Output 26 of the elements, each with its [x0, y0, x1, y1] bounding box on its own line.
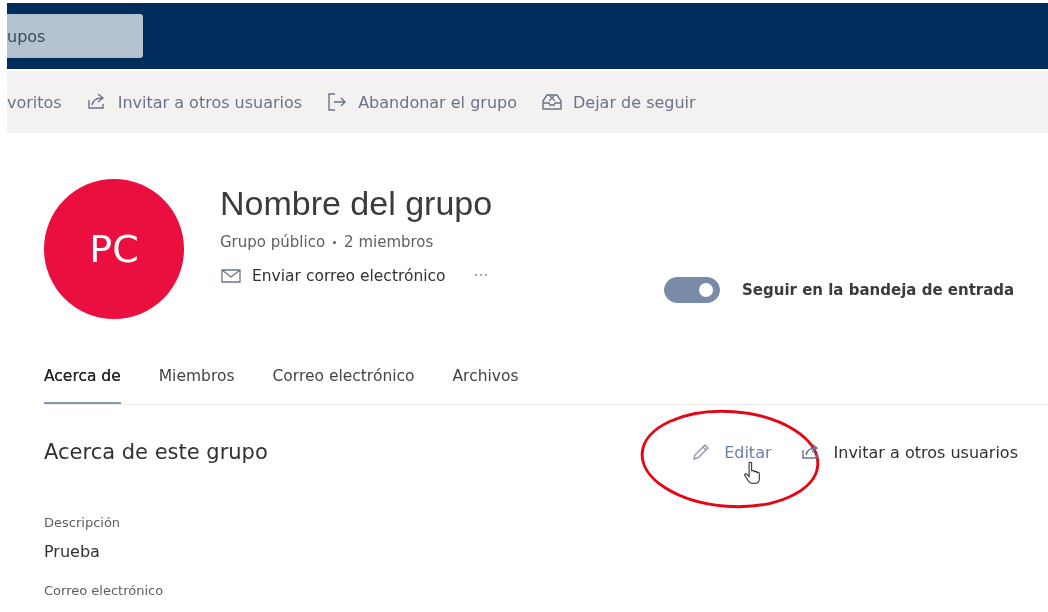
toolbar-link[interactable]: Dejar de seguir — [572, 92, 696, 112]
tab[interactable]: Correo electrónico — [272, 359, 415, 404]
toolbar-link[interactable]: voritos — [7, 92, 62, 112]
group-privacy: Grupo público — [220, 233, 326, 251]
invite-link[interactable]: Invitar a otros usuarios — [833, 442, 1018, 462]
field-label: Correo electrónico — [44, 583, 165, 598]
send-email-link[interactable]: Enviar correo electrónico — [252, 267, 446, 285]
tab[interactable]: Archivos — [452, 359, 519, 404]
toolbar-link[interactable]: Abandonar el grupo — [358, 92, 517, 112]
toolbar-link[interactable]: Invitar a otros usuarios — [117, 92, 303, 112]
more-button[interactable]: ··· — [473, 267, 489, 285]
member-count: 2 miembros — [344, 233, 434, 251]
separator-dot — [333, 240, 337, 244]
tab[interactable]: Acerca de — [44, 359, 121, 404]
field-value: Prueba — [44, 542, 101, 561]
tab[interactable]: Miembros — [158, 359, 235, 404]
group-name: Nombre del grupo — [220, 183, 494, 224]
follow-label: Seguir en la bandeja de entrada — [742, 281, 1015, 299]
field-label: Descripción — [44, 515, 122, 530]
hand-cursor-icon — [744, 461, 762, 485]
search-field[interactable]: upos — [7, 14, 143, 58]
section-title: Acerca de este grupo — [44, 440, 268, 464]
follow-toggle[interactable] — [664, 277, 720, 303]
edit-link[interactable]: Editar — [724, 442, 772, 462]
group-avatar: PC — [44, 179, 184, 319]
inbox-icon — [540, 91, 563, 113]
